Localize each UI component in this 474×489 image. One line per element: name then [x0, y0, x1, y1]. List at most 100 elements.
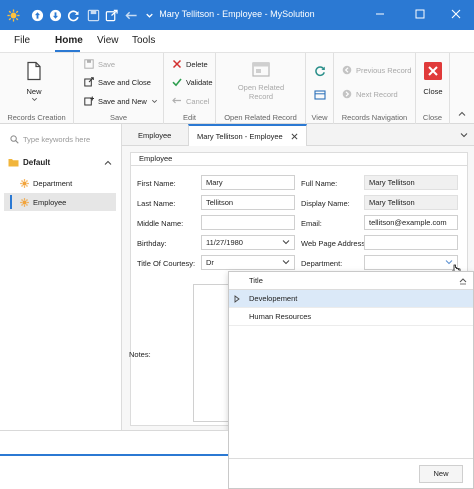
ribbon-group-edit: Delete Validate Cancel Edit [164, 53, 216, 125]
lookup-row-title: Human Resources [249, 312, 312, 321]
ribbon-group-open-related: Open Related Record Open Related Record [216, 53, 306, 125]
email-label: Email: [301, 219, 322, 228]
status-area [0, 430, 228, 489]
tab-view[interactable]: View [97, 35, 119, 46]
web-page-address-field[interactable] [364, 235, 458, 250]
collapse-ribbon-icon[interactable] [457, 109, 467, 119]
maximize-button[interactable] [412, 6, 428, 22]
save-and-new-icon [84, 96, 94, 106]
tab-tools[interactable]: Tools [132, 35, 155, 46]
navigation-sidebar: Type keywords here Default Department Em… [0, 124, 122, 430]
folder-icon [8, 158, 19, 167]
lookup-footer: New [229, 458, 473, 488]
last-name-field[interactable]: Tellitson [201, 195, 295, 210]
previous-record-button[interactable]: Previous Record [342, 65, 411, 75]
lookup-row[interactable]: Developement [229, 290, 473, 308]
last-name-label: Last Name: [137, 199, 176, 208]
next-record-button[interactable]: Next Record [342, 89, 398, 99]
sidebar-item-label: Department [33, 178, 73, 188]
undo-arrow-icon [172, 96, 182, 106]
validate-button[interactable]: Validate [172, 77, 213, 87]
birthday-field[interactable]: 11/27/1980 [201, 235, 295, 250]
save-button-label: Save [98, 59, 116, 69]
nav-group-label: Default [23, 158, 51, 167]
sidebar-item-label: Employee [33, 197, 67, 207]
full-name-field: Mary Tellitson [364, 175, 458, 190]
ribbon-group-save: Save Save and Close Save and New Save [74, 53, 164, 125]
previous-arrow-icon [342, 65, 352, 75]
new-button[interactable]: New [24, 61, 44, 103]
first-name-field[interactable]: Mary [201, 175, 295, 190]
close-window-button[interactable] [448, 6, 464, 22]
notes-field[interactable] [193, 284, 231, 422]
department-field[interactable] [364, 255, 458, 270]
tabs-overflow-chevron-icon[interactable] [460, 131, 468, 139]
save-icon [84, 59, 94, 69]
close-button[interactable]: Close [423, 61, 443, 96]
search-input[interactable]: Type keywords here [6, 130, 116, 148]
title-of-courtesy-field[interactable]: Dr [201, 255, 295, 270]
ribbon: New Records Creation Save Save and Close… [0, 52, 474, 125]
validate-label: Validate [186, 77, 213, 87]
section-title: Employee [130, 152, 468, 166]
nav-group-default[interactable]: Default [8, 158, 118, 167]
save-and-new-button[interactable]: Save and New [84, 96, 158, 106]
ribbon-tabs: File Home View Tools [0, 30, 474, 52]
doc-tab-label: Mary Tellitson - Employee [197, 131, 283, 141]
chevron-down-icon [151, 99, 157, 103]
edit-group-label: Edit [183, 113, 196, 122]
sidebar-item-department[interactable]: Department [4, 174, 116, 192]
email-field[interactable]: tellitson@example.com [364, 215, 458, 230]
records-navigation-group-label: Records Navigation [341, 113, 408, 122]
window-title: Mary Tellitson - Employee - MySolution [159, 9, 315, 19]
minimize-button[interactable] [372, 6, 388, 22]
department-lookup-popup: Title Developement Human Resources New [228, 271, 474, 489]
display-name-label: Display Name: [301, 199, 350, 208]
doc-tab-employee-detail[interactable]: Mary Tellitson - Employee [188, 124, 307, 146]
doc-tab-employee-list[interactable]: Employee [130, 124, 179, 146]
delete-label: Delete [186, 59, 208, 69]
chevron-down-icon[interactable] [282, 258, 290, 266]
layout-view-icon[interactable] [314, 89, 326, 101]
cancel-button[interactable]: Cancel [172, 96, 209, 106]
save-group-label: Save [109, 113, 128, 122]
column-header-title: Title [249, 276, 263, 285]
sort-ascending-icon [459, 277, 467, 285]
open-related-record-button[interactable]: Open Related Record [228, 61, 294, 101]
lookup-row[interactable]: Human Resources [229, 308, 473, 326]
ribbon-group-close: Close Close [416, 53, 450, 125]
next-record-label: Next Record [356, 89, 398, 99]
lookup-column-header[interactable]: Title [229, 272, 473, 290]
web-page-address-label: Web Page Address: [301, 239, 368, 248]
lookup-new-button[interactable]: New [419, 465, 463, 483]
tab-file[interactable]: File [14, 35, 30, 46]
open-related-group-label: Open Related Record [224, 113, 297, 122]
open-related-record-icon [252, 62, 270, 77]
close-group-label: Close [422, 113, 443, 122]
chevron-down-icon [31, 97, 37, 101]
close-tab-icon[interactable] [291, 133, 298, 140]
first-name-label: First Name: [137, 179, 176, 188]
save-button[interactable]: Save [84, 59, 115, 69]
search-icon [10, 134, 19, 144]
new-document-icon [27, 61, 41, 81]
tab-home[interactable]: Home [55, 35, 83, 46]
refresh-icon[interactable] [314, 65, 326, 77]
save-and-close-button[interactable]: Save and Close [84, 77, 151, 87]
delete-button[interactable]: Delete [172, 59, 208, 69]
full-name-label: Full Name: [301, 179, 338, 188]
chevron-up-icon[interactable] [104, 159, 112, 167]
middle-name-field[interactable] [201, 215, 295, 230]
sidebar-item-employee[interactable]: Employee [4, 193, 116, 211]
close-label: Close [423, 87, 443, 96]
view-group-label: View [311, 113, 328, 122]
birthday-value: 11/27/1980 [206, 238, 243, 247]
previous-record-label: Previous Record [356, 65, 412, 75]
checkmark-icon [172, 77, 182, 87]
chevron-down-icon[interactable] [282, 238, 290, 246]
display-name-field: Mary Tellitson [364, 195, 458, 210]
ribbon-group-records-creation: New Records Creation [0, 53, 74, 125]
notes-label: Notes: [129, 350, 151, 359]
title-bar: Mary Tellitson - Employee - MySolution [0, 0, 474, 30]
next-arrow-icon [342, 89, 352, 99]
